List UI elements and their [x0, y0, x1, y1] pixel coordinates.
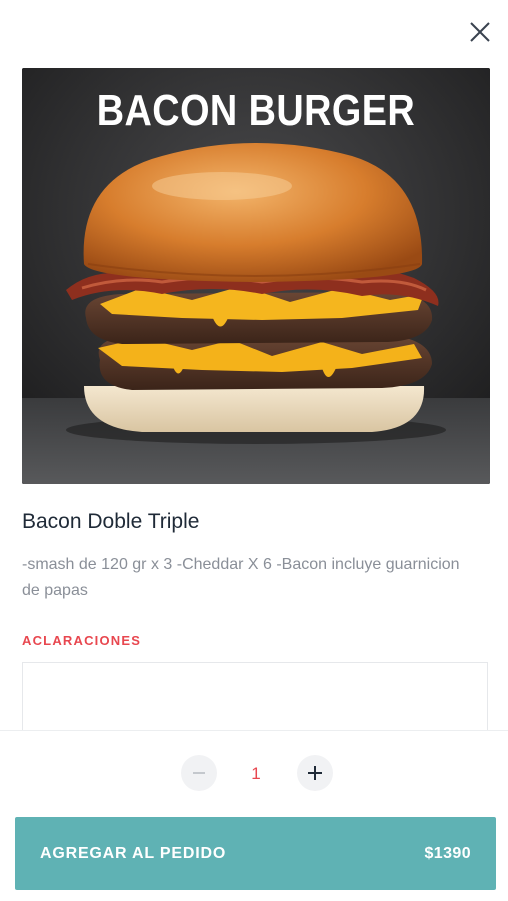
product-modal: BACON BURGER Bacon Doble Triple -smash d…: [0, 0, 508, 901]
add-to-order-label: AGREGAR AL PEDIDO: [40, 844, 227, 862]
plus-icon: [308, 766, 322, 780]
increase-quantity-button[interactable]: [297, 755, 333, 791]
order-price: $1390: [424, 844, 471, 862]
product-photo: BACON BURGER: [22, 68, 490, 484]
notes-label: ACLARACIONES: [22, 633, 142, 648]
product-name: Bacon Doble Triple: [22, 510, 200, 533]
decrease-quantity-button[interactable]: [181, 755, 217, 791]
close-icon: [470, 22, 490, 42]
product-description: -smash de 120 gr x 3 -Cheddar X 6 -Bacon…: [22, 556, 460, 599]
quantity-value: 1: [251, 764, 261, 783]
minus-icon: [193, 772, 205, 774]
photo-title: BACON BURGER: [96, 86, 416, 135]
close-button[interactable]: [466, 18, 494, 46]
add-to-order-button[interactable]: AGREGAR AL PEDIDO $1390: [15, 817, 496, 890]
